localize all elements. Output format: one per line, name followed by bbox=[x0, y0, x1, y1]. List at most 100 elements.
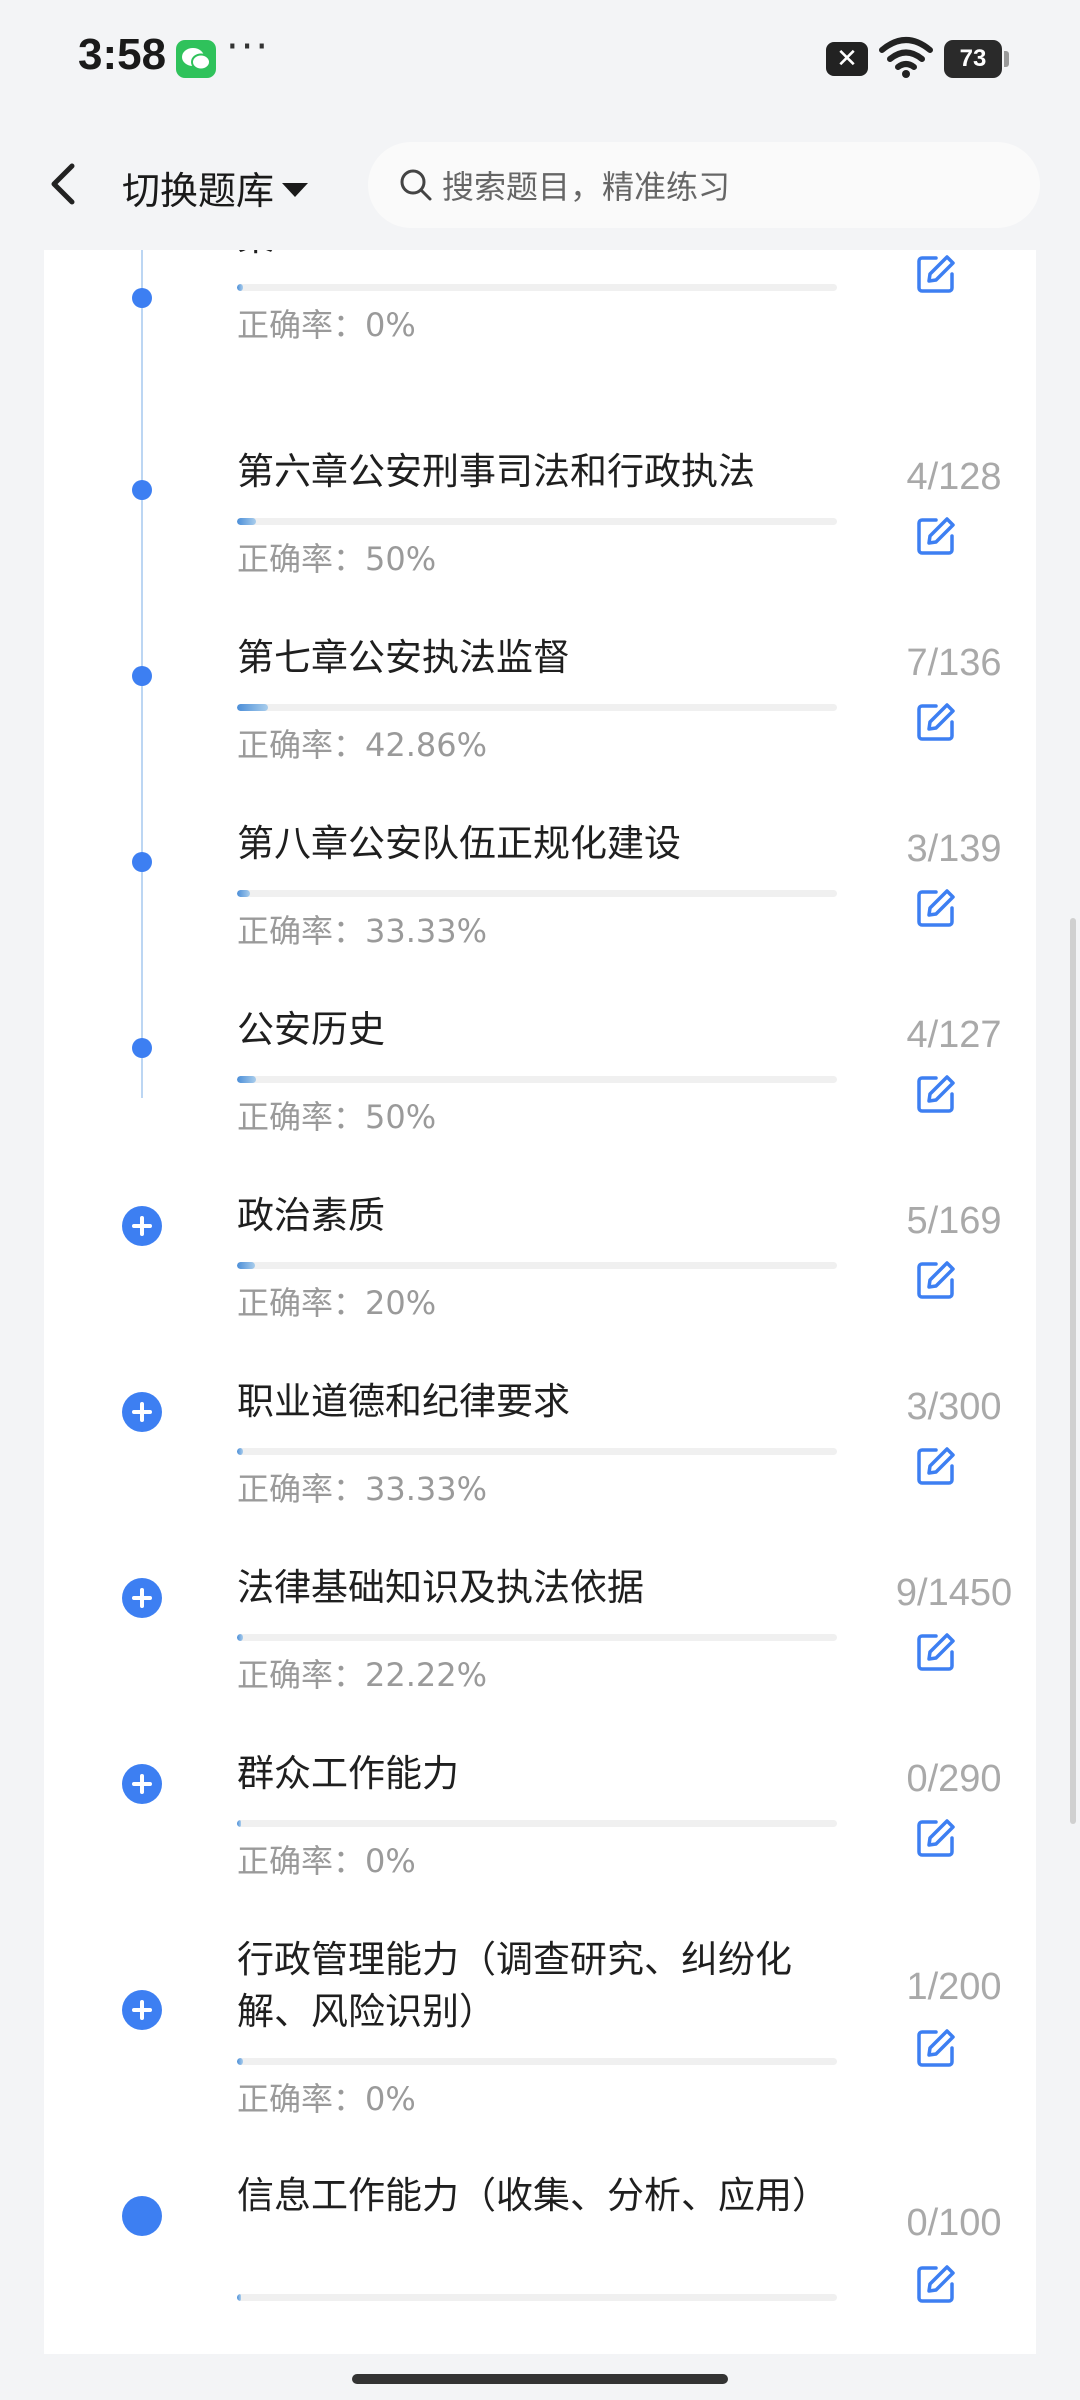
search-placeholder: 搜索题目，精准练习 bbox=[442, 168, 731, 206]
progress-bar bbox=[237, 1076, 837, 1083]
accuracy-rate: 正确率：50% bbox=[237, 1098, 437, 1136]
expand-plus-icon[interactable] bbox=[122, 1990, 162, 2030]
progress-fill bbox=[237, 284, 243, 291]
caret-down-icon bbox=[282, 182, 309, 197]
progress-fill bbox=[237, 1634, 243, 1641]
expand-plus-icon[interactable] bbox=[122, 1206, 162, 1246]
status-time: 3:58 bbox=[78, 30, 167, 79]
switch-question-bank-dropdown[interactable]: 切换题库 bbox=[122, 160, 309, 215]
accuracy-rate: 正确率：20% bbox=[237, 1284, 437, 1322]
timeline-dot bbox=[132, 1038, 152, 1058]
progress-fill bbox=[237, 518, 256, 525]
chapter-item[interactable]: 第八章公安队伍正规化建设正确率：33.33% 3/139 bbox=[44, 818, 1036, 1004]
wechat-notification-icon bbox=[176, 40, 216, 78]
progress-fill bbox=[237, 1820, 241, 1827]
progress-fill bbox=[237, 2294, 241, 2301]
expand-plus-icon[interactable] bbox=[122, 1764, 162, 1804]
edit-practice-icon[interactable] bbox=[914, 1072, 958, 1116]
edit-practice-icon[interactable] bbox=[914, 1444, 958, 1488]
answered-count: 9/1450 bbox=[895, 1572, 1013, 1614]
answered-count: 5/169 bbox=[906, 1200, 1002, 1242]
chapter-item[interactable]: 公安历史正确率：50% 4/127 bbox=[44, 1004, 1036, 1190]
progress-fill bbox=[237, 1448, 243, 1455]
chapter-item[interactable]: 信息工作能力（收集、分析、应用） 0/100 bbox=[44, 2170, 1036, 2354]
progress-bar bbox=[237, 2294, 837, 2301]
progress-fill bbox=[237, 2058, 243, 2065]
accuracy-rate: 正确率：0% bbox=[237, 306, 416, 344]
chapter-item[interactable]: 群众工作能力正确率：0% 0/290 bbox=[44, 1748, 1036, 1934]
chapter-item[interactable]: 政治素质正确率：20% 5/169 bbox=[44, 1190, 1036, 1376]
accuracy-rate: 正确率：0% bbox=[237, 2080, 416, 2118]
battery-icon: 73 bbox=[944, 40, 1009, 78]
chapter-item[interactable]: 第五章公安工作的基本方针和基本政策正确率：0%1/100 bbox=[44, 250, 1036, 346]
chapter-title: 信息工作能力（收集、分析、应用） bbox=[237, 2174, 829, 2217]
answered-count: 0/100 bbox=[906, 2202, 1002, 2244]
answered-count: 0/290 bbox=[906, 1758, 1002, 1800]
back-arrow-icon[interactable] bbox=[40, 156, 90, 212]
accuracy-rate: 正确率：0% bbox=[237, 1842, 416, 1880]
switch-question-bank-label: 切换题库 bbox=[122, 169, 275, 213]
answered-count: 3/300 bbox=[906, 1386, 1002, 1428]
edit-practice-icon[interactable] bbox=[914, 886, 958, 930]
answered-count: 4/128 bbox=[906, 456, 1002, 498]
progress-bar bbox=[237, 518, 837, 525]
accuracy-rate: 正确率：33.33% bbox=[237, 1470, 488, 1508]
edit-practice-icon[interactable] bbox=[914, 252, 958, 296]
search-icon bbox=[400, 169, 432, 201]
accuracy-rate: 正确率：33.33% bbox=[237, 912, 488, 950]
search-input[interactable]: 搜索题目，精准练习 bbox=[368, 142, 1040, 228]
timeline-node bbox=[122, 2196, 162, 2236]
more-notifications-icon: ··· bbox=[226, 24, 271, 70]
scrollbar[interactable] bbox=[1070, 918, 1076, 1824]
answered-count: 1/200 bbox=[906, 1966, 1002, 2008]
timeline-dot bbox=[132, 852, 152, 872]
progress-bar bbox=[237, 2058, 837, 2065]
accuracy-rate: 正确率：22.22% bbox=[237, 1656, 488, 1694]
answered-count: 7/136 bbox=[906, 642, 1002, 684]
chapter-title: 政治素质 bbox=[237, 1194, 385, 1237]
chapter-item[interactable]: 行政管理能力（调查研究、纠纷化解、风险识别） 正确率：0% 1/200 bbox=[44, 1934, 1036, 2120]
edit-practice-icon[interactable] bbox=[914, 1816, 958, 1860]
edit-practice-icon[interactable] bbox=[914, 1258, 958, 1302]
chapter-title: 第六章公安刑事司法和行政执法 bbox=[237, 450, 755, 493]
answered-count: 3/139 bbox=[906, 828, 1002, 870]
progress-bar bbox=[237, 704, 837, 711]
edit-practice-icon[interactable] bbox=[914, 1630, 958, 1674]
expand-plus-icon[interactable] bbox=[122, 1578, 162, 1618]
answered-count: 4/127 bbox=[906, 1014, 1002, 1056]
edit-practice-icon[interactable] bbox=[914, 2262, 958, 2306]
edit-practice-icon[interactable] bbox=[914, 700, 958, 744]
chapter-title: 第七章公安执法监督 bbox=[237, 636, 570, 679]
progress-fill bbox=[237, 704, 268, 711]
timeline-dot bbox=[132, 480, 152, 500]
data-off-icon: ✕ bbox=[826, 42, 868, 76]
timeline-dot bbox=[132, 666, 152, 686]
progress-bar bbox=[237, 1448, 837, 1455]
chapter-title: 公安历史 bbox=[237, 1008, 385, 1051]
chapter-item[interactable]: 职业道德和纪律要求正确率：33.33% 3/300 bbox=[44, 1376, 1036, 1562]
chapter-item[interactable]: 法律基础知识及执法依据正确率：22.22% 9/1450 bbox=[44, 1562, 1036, 1748]
progress-fill bbox=[237, 1076, 256, 1083]
expand-plus-icon[interactable] bbox=[122, 1392, 162, 1432]
progress-bar bbox=[237, 1262, 837, 1269]
wifi-icon bbox=[878, 36, 934, 80]
accuracy-rate: 正确率：42.86% bbox=[237, 726, 488, 764]
chapter-title: 群众工作能力 bbox=[237, 1752, 459, 1795]
chapter-title: 第八章公安队伍正规化建设 bbox=[237, 822, 681, 865]
progress-fill bbox=[237, 1262, 255, 1269]
chapter-item[interactable]: 第六章公安刑事司法和行政执法 正确率：50% 4/128 bbox=[44, 446, 1036, 632]
chapter-title: 法律基础知识及执法依据 bbox=[237, 1566, 644, 1609]
timeline-dot bbox=[132, 288, 152, 308]
chapter-item[interactable]: 第七章公安执法监督正确率：42.86% 7/136 bbox=[44, 632, 1036, 818]
top-bar: 切换题库 搜索题目，精准练习 bbox=[0, 118, 1080, 250]
status-bar: 3:58 ··· ✕ 73 bbox=[0, 0, 1080, 118]
progress-fill bbox=[237, 890, 251, 897]
chapter-title: 行政管理能力（调查研究、纠纷化解、风险识别） bbox=[237, 1938, 792, 2033]
chapter-title: 职业道德和纪律要求 bbox=[237, 1380, 570, 1423]
progress-bar bbox=[237, 1634, 837, 1641]
home-indicator[interactable] bbox=[352, 2374, 728, 2384]
chapter-title: 第五章公安工作的基本方针和基本政策 bbox=[237, 250, 847, 264]
edit-practice-icon[interactable] bbox=[914, 2026, 958, 2070]
chapter-list: 第五章公安工作的基本方针和基本政策正确率：0%1/100第六章公安刑事司法和行政… bbox=[44, 250, 1036, 2354]
edit-practice-icon[interactable] bbox=[914, 514, 958, 558]
